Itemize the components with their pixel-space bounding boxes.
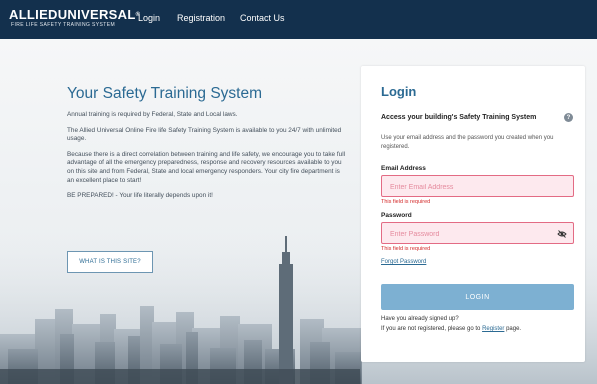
email-error: This field is required bbox=[381, 199, 431, 205]
allied-universal-logo[interactable]: ALLIEDUNIVERSAL® FIRE LIFE SAFETY TRAINI… bbox=[9, 8, 140, 32]
top-navbar: ALLIEDUNIVERSAL® FIRE LIFE SAFETY TRAINI… bbox=[0, 0, 597, 39]
password-field-wrapper bbox=[381, 222, 574, 245]
login-button[interactable]: LOGIN bbox=[381, 284, 574, 310]
intro-section: Your Safety Training System Annual train… bbox=[67, 85, 347, 208]
login-title: Login bbox=[381, 84, 417, 99]
password-error: This field is required bbox=[381, 246, 431, 252]
email-label: Email Address bbox=[381, 165, 426, 172]
access-heading: Access your building's Safety Training S… bbox=[381, 114, 537, 121]
signed-up-text: Have you already signed up? bbox=[381, 316, 459, 322]
eye-slash-icon[interactable] bbox=[557, 229, 567, 239]
nav-registration-link[interactable]: Registration bbox=[177, 13, 225, 23]
nav-login-link[interactable]: Login bbox=[138, 13, 160, 23]
password-label: Password bbox=[381, 212, 412, 219]
intro-paragraph: Annual training is required by Federal, … bbox=[67, 111, 238, 118]
intro-paragraph: BE PREPARED! - Your life literally depen… bbox=[67, 192, 213, 200]
page-title: Your Safety Training System bbox=[67, 85, 262, 102]
password-field[interactable] bbox=[382, 224, 573, 245]
email-field-wrapper bbox=[381, 175, 574, 198]
intro-paragraph: Because there is a direct correlation be… bbox=[67, 150, 346, 184]
login-description: Use your email address and the password … bbox=[381, 135, 554, 150]
login-card: Login Access your building's Safety Trai… bbox=[361, 66, 585, 362]
logo-tagline: FIRE LIFE SAFETY TRAINING SYSTEM bbox=[11, 22, 116, 28]
not-registered-text: If you are not registered, please go to … bbox=[381, 326, 522, 332]
what-is-this-site-button[interactable]: WHAT IS THIS SITE? bbox=[67, 251, 153, 273]
logo-wordmark: ALLIEDUNIVERSAL bbox=[9, 7, 136, 22]
forgot-password-link[interactable]: Forgot Password bbox=[381, 259, 426, 265]
nav-contact-us-link[interactable]: Contact Us bbox=[240, 13, 285, 23]
register-link[interactable]: Register bbox=[482, 326, 504, 332]
intro-paragraph: The Allied Universal Online Fire life Sa… bbox=[67, 126, 342, 143]
email-field[interactable] bbox=[382, 177, 573, 198]
help-icon[interactable]: ? bbox=[564, 113, 573, 122]
